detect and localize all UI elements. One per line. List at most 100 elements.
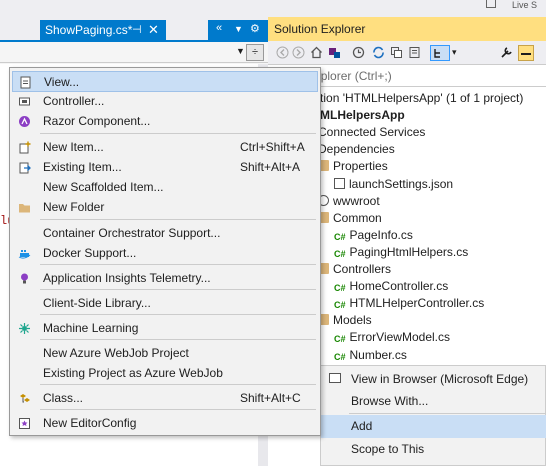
- add-menu-item[interactable]: New Folder: [12, 197, 318, 218]
- window-icon: [486, 0, 496, 8]
- toggle-icon[interactable]: [518, 45, 534, 61]
- razor-icon: [19, 116, 30, 127]
- tree-node-label: PageInfo.cs: [349, 227, 413, 242]
- add-menu-item[interactable]: New Azure WebJob Project: [12, 343, 318, 364]
- menu-item-label: Docker Support...: [43, 246, 137, 260]
- show-all-files-icon[interactable]: [408, 46, 421, 59]
- sync-icon[interactable]: [372, 46, 385, 59]
- collapse-all-icon[interactable]: [390, 46, 403, 59]
- editor-navigation-bar: ▼ ÷: [0, 43, 268, 63]
- tree-node[interactable]: Dependencies: [318, 141, 395, 158]
- add-menu-item[interactable]: Class... Shift+Alt+C: [12, 388, 318, 409]
- menu-item-shortcut: Shift+Alt+A: [240, 160, 301, 174]
- menu-item-label: Machine Learning: [43, 321, 139, 335]
- insights-icon: [21, 273, 28, 284]
- existing-item-icon: [19, 162, 31, 174]
- menu-item-label: Container Orchestrator Support...: [43, 226, 221, 240]
- add-menu-item[interactable]: Application Insights Telemetry...: [12, 268, 318, 289]
- pin-icon[interactable]: ⊣: [132, 20, 142, 40]
- title-bar: Live S: [0, 0, 546, 17]
- tree-node[interactable]: Connected Services: [318, 124, 425, 141]
- menu-item-shortcut: Shift+Alt+C: [240, 391, 301, 405]
- add-menu-item[interactable]: New Item... Ctrl+Shift+A: [12, 137, 318, 158]
- tree-node[interactable]: Controllers: [318, 261, 391, 278]
- folder-icon: [19, 204, 30, 213]
- class-icon: [20, 394, 30, 403]
- menu-item-label: Application Insights Telemetry...: [43, 271, 211, 285]
- pending-changes-icon[interactable]: [352, 46, 365, 59]
- tree-node[interactable]: wwwroot: [318, 193, 380, 210]
- home-icon[interactable]: [310, 46, 323, 59]
- chevron-down-icon[interactable]: ▼: [236, 46, 245, 56]
- switch-views-icon[interactable]: [328, 46, 341, 59]
- menu-item-label: New Scaffolded Item...: [43, 180, 164, 194]
- tab-showpaging[interactable]: ShowPaging.cs* ⊣ ✕: [40, 20, 166, 40]
- add-menu-item[interactable]: New EditorConfig: [12, 413, 318, 434]
- json-file-icon: [334, 177, 345, 189]
- menu-separator: [40, 219, 316, 220]
- menu-separator: [40, 409, 316, 410]
- tree-node-label: Controllers: [333, 262, 392, 276]
- back-icon[interactable]: [276, 46, 289, 59]
- menu-separator: [40, 314, 316, 315]
- add-menu-item[interactable]: Client-Side Library...: [12, 293, 318, 314]
- dropdown-icon[interactable]: ▼: [234, 24, 243, 34]
- add-menu-item[interactable]: Existing Item... Shift+Alt+A: [12, 157, 318, 178]
- properties-icon[interactable]: [500, 46, 513, 59]
- menu-item-label: Scope to This: [351, 442, 425, 456]
- menu-item-label: New Item...: [43, 140, 104, 154]
- tree-node[interactable]: C# Number.cs: [334, 347, 407, 364]
- chevron-left-icon[interactable]: «: [216, 22, 222, 34]
- add-menu-item[interactable]: Existing Project as Azure WebJob: [12, 363, 318, 384]
- add-menu-item[interactable]: Docker Support...: [12, 243, 318, 264]
- tree-node-label: ErrorViewModel.cs: [349, 330, 450, 345]
- menu-item-label: Controller...: [43, 94, 105, 108]
- add-menu-item[interactable]: Razor Component...: [12, 111, 318, 132]
- tree-node[interactable]: C# ErrorViewModel.cs: [334, 329, 450, 346]
- split-editor-icon[interactable]: ÷: [246, 44, 264, 61]
- menu-item-label: New EditorConfig: [43, 416, 137, 430]
- add-menu-item[interactable]: View...: [12, 71, 318, 92]
- tree-node[interactable]: C# HomeController.cs: [334, 278, 448, 295]
- tree-node[interactable]: Properties: [318, 158, 388, 175]
- tree-node[interactable]: olution 'HTMLHelpersApp' (1 of 1 project…: [304, 90, 523, 107]
- menu-item-label: Existing Item...: [43, 160, 122, 174]
- tree-node-label: launchSettings.json: [349, 176, 454, 191]
- menu-item-label: Class...: [43, 391, 84, 405]
- ml-icon: [19, 323, 30, 334]
- context-menu-item[interactable]: View in Browser (Microsoft Edge): [321, 368, 546, 391]
- tree-node-label: HTMLHelperController.cs: [349, 296, 485, 311]
- menu-separator: [40, 133, 316, 134]
- menu-item-label: Add: [351, 419, 373, 433]
- close-icon[interactable]: ✕: [148, 20, 159, 40]
- add-menu-item[interactable]: Controller...: [12, 91, 318, 112]
- context-menu-item[interactable]: Scope to This: [321, 438, 546, 461]
- forward-icon[interactable]: [292, 46, 305, 59]
- menu-separator: [40, 384, 316, 385]
- add-menu-item[interactable]: Machine Learning: [12, 318, 318, 339]
- tree-node[interactable]: Models: [318, 312, 372, 329]
- context-menu-item[interactable]: Browse With...: [321, 390, 546, 413]
- context-menu-item[interactable]: Add: [321, 415, 546, 438]
- tree-node[interactable]: C# HTMLHelperController.cs: [334, 295, 484, 312]
- tree-node-label: Number.cs: [349, 347, 407, 362]
- preview-selected-icon[interactable]: [430, 45, 450, 61]
- csharp-file-icon: C#: [334, 351, 346, 362]
- dropdown-icon[interactable]: ▾: [452, 47, 465, 60]
- editor-tab-bar: ShowPaging.cs* ⊣ ✕ « ▼ ⚙: [0, 17, 268, 42]
- menu-separator: [40, 339, 316, 340]
- tree-node[interactable]: C# PageInfo.cs: [334, 227, 413, 244]
- solution-explorer-toolbar: ▾: [268, 41, 546, 65]
- tree-node-label: Dependencies: [318, 142, 395, 157]
- live-share-label[interactable]: Live S: [512, 0, 537, 10]
- menu-item-label: View in Browser (Microsoft Edge): [351, 372, 529, 386]
- tree-node[interactable]: Common: [318, 210, 382, 227]
- menu-item-label: Existing Project as Azure WebJob: [43, 366, 223, 380]
- context-menu: View in Browser (Microsoft Edge) Browse W…: [320, 365, 546, 466]
- add-menu-item[interactable]: Container Orchestrator Support...: [12, 223, 318, 244]
- menu-item-label: Browse With...: [351, 394, 429, 408]
- add-menu-item[interactable]: New Scaffolded Item...: [12, 177, 318, 198]
- tree-node[interactable]: C# PagingHtmlHelpers.cs: [334, 244, 468, 261]
- gear-icon[interactable]: ⚙: [250, 22, 260, 35]
- tree-node[interactable]: launchSettings.json: [334, 176, 453, 193]
